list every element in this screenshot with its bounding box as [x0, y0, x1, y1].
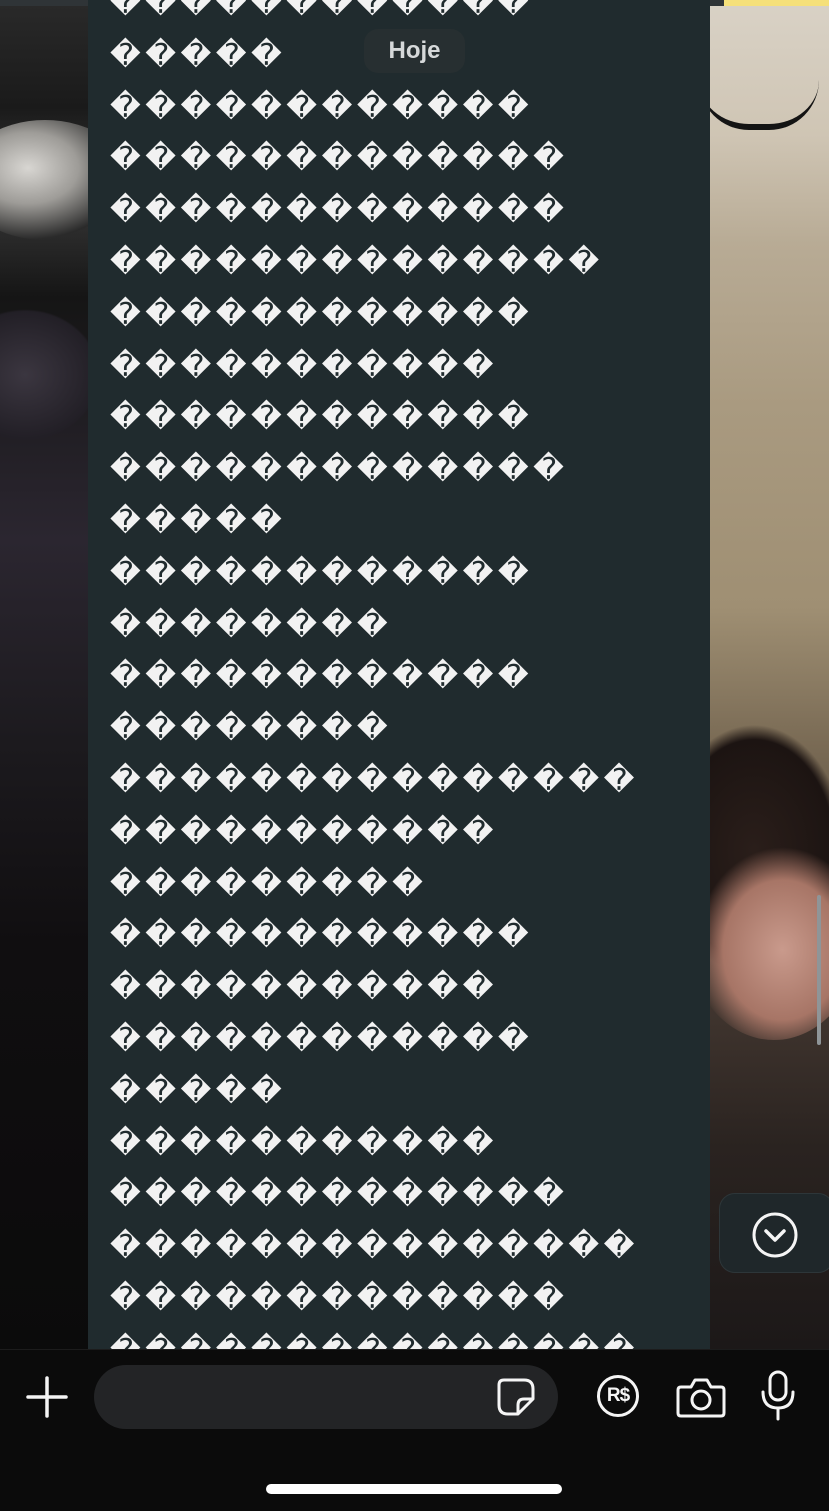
wallpaper-right-photo	[689, 0, 829, 1350]
microphone-icon[interactable]	[760, 1370, 796, 1422]
message-line: ���������	[110, 866, 428, 902]
message-line: �������������	[110, 1177, 569, 1213]
message-line: ������������	[110, 400, 534, 436]
top-edge-highlight	[724, 0, 829, 6]
message-line: ��������������	[110, 244, 604, 280]
message-line: �����������	[110, 1125, 498, 1161]
home-indicator	[266, 1484, 562, 1494]
payment-label: R$	[606, 1385, 630, 1406]
message-line: ������������	[110, 296, 534, 332]
camera-icon[interactable]	[676, 1375, 726, 1419]
message-line: �����������	[110, 814, 498, 850]
message-line: �����������	[110, 970, 498, 1006]
date-divider: Hoje	[364, 29, 465, 73]
message-line: ���������������	[110, 762, 639, 798]
scroll-to-bottom-button[interactable]	[719, 1193, 829, 1273]
message-text: ������������ ����� ������������ �����������…	[110, 0, 700, 1350]
message-line: �����������	[110, 348, 498, 384]
message-input[interactable]	[118, 1365, 488, 1429]
message-line: �����	[110, 1073, 287, 1109]
message-input-container[interactable]	[94, 1365, 558, 1429]
message-line: ��������	[110, 711, 393, 747]
message-line: ������������	[110, 1021, 534, 1057]
message-bubble[interactable]: ������������ ����� ������������ �����������…	[88, 0, 710, 1350]
message-line: ���������������	[110, 1229, 639, 1265]
message-line: ���������������	[110, 1325, 700, 1350]
message-line: �������������	[110, 141, 569, 177]
message-line: ������������	[110, 659, 534, 695]
message-line: ��������	[110, 607, 393, 643]
message-line: �����	[110, 503, 287, 539]
message-line: �������������	[110, 193, 569, 229]
message-line: ������������	[110, 0, 534, 21]
plus-icon[interactable]	[25, 1375, 69, 1419]
message-line: ������������	[110, 918, 534, 954]
message-composer: R$	[0, 1349, 829, 1511]
scrollbar-thumb[interactable]	[817, 895, 821, 1045]
payment-button[interactable]: R$	[596, 1374, 640, 1418]
message-line: �������������	[110, 452, 569, 488]
sticker-icon[interactable]	[496, 1377, 536, 1417]
chevron-down-circle-icon	[752, 1212, 798, 1258]
message-line: ������������	[110, 555, 534, 591]
message-line: ������������	[110, 89, 534, 125]
message-line: �������������	[110, 1280, 569, 1316]
